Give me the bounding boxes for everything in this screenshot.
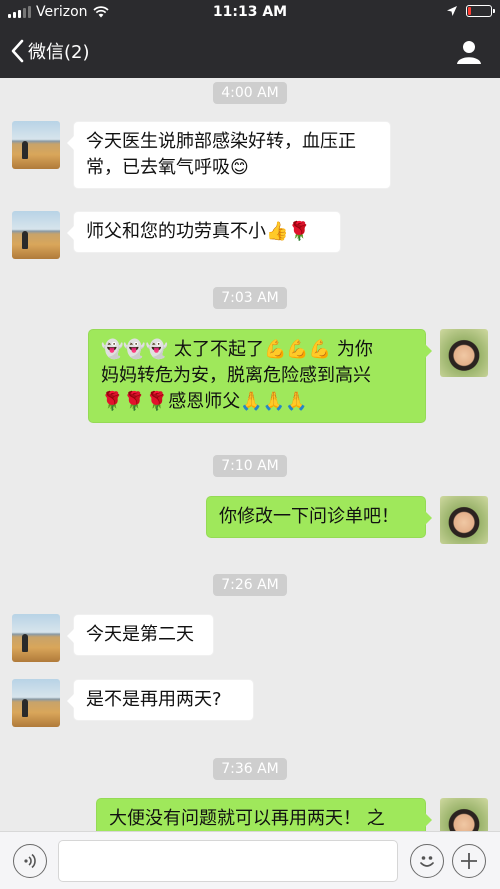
chat-area[interactable]: 4:00 AM 今天医生说肺部感染好转，血压正 常，已去氧气呼吸😊 师父和您的功… — [0, 78, 500, 831]
back-label: 微信(2) — [28, 42, 90, 63]
back-button[interactable]: 微信(2) — [10, 38, 90, 64]
emoji-icon — [420, 856, 434, 867]
location-arrow-icon — [447, 6, 457, 16]
my-avatar[interactable] — [440, 496, 488, 544]
status-bar: Verizon 11:13 AM — [0, 0, 500, 26]
voice-button[interactable] — [13, 844, 47, 878]
battery-icon — [466, 5, 495, 17]
emoji-button[interactable] — [410, 844, 444, 878]
timestamp: 7:36 AM — [0, 758, 500, 780]
message-bubble-incoming[interactable]: 今天是第二天 — [67, 614, 214, 656]
message-bubble-outgoing[interactable]: 你修改一下问诊单吧！ — [206, 496, 432, 538]
nav-bar: 微信(2) — [0, 26, 500, 78]
timestamp: 4:00 AM — [0, 82, 500, 104]
my-avatar[interactable] — [440, 329, 488, 377]
message-input[interactable] — [58, 840, 398, 882]
profile-button[interactable] — [456, 39, 482, 69]
message-bubble-incoming[interactable]: 是不是再用两天? — [67, 679, 254, 721]
chevron-left-icon — [11, 39, 24, 63]
contact-avatar[interactable] — [12, 679, 60, 727]
timestamp: 7:10 AM — [0, 455, 500, 477]
message-bubble-outgoing[interactable]: 👻👻👻 太了不起了💪💪💪 为你 妈妈转危为安，脱离危险感到高兴 🌹🌹🌹感恩师父🙏… — [88, 329, 432, 423]
status-right — [446, 5, 495, 17]
person-icon — [457, 41, 481, 64]
my-avatar[interactable] — [440, 798, 488, 831]
message-bubble-incoming[interactable]: 今天医生说肺部感染好转，血压正 常，已去氧气呼吸😊 — [67, 121, 391, 189]
battery-level — [468, 7, 471, 15]
voice-icon — [24, 853, 36, 869]
message-bubble-incoming[interactable]: 师父和您的功劳真不小👍🌹 — [67, 211, 341, 253]
timestamp: 7:03 AM — [0, 287, 500, 309]
status-time: 11:13 AM — [212, 4, 288, 20]
add-button[interactable] — [452, 844, 486, 878]
message-bubble-outgoing[interactable]: 大便没有问题就可以再用两天！ 之 — [96, 798, 432, 831]
contact-avatar[interactable] — [12, 121, 60, 169]
timestamp: 7:26 AM — [0, 574, 500, 596]
contact-avatar[interactable] — [12, 614, 60, 662]
contact-avatar[interactable] — [12, 211, 60, 259]
plus-icon — [461, 853, 477, 869]
input-bar — [0, 831, 500, 889]
